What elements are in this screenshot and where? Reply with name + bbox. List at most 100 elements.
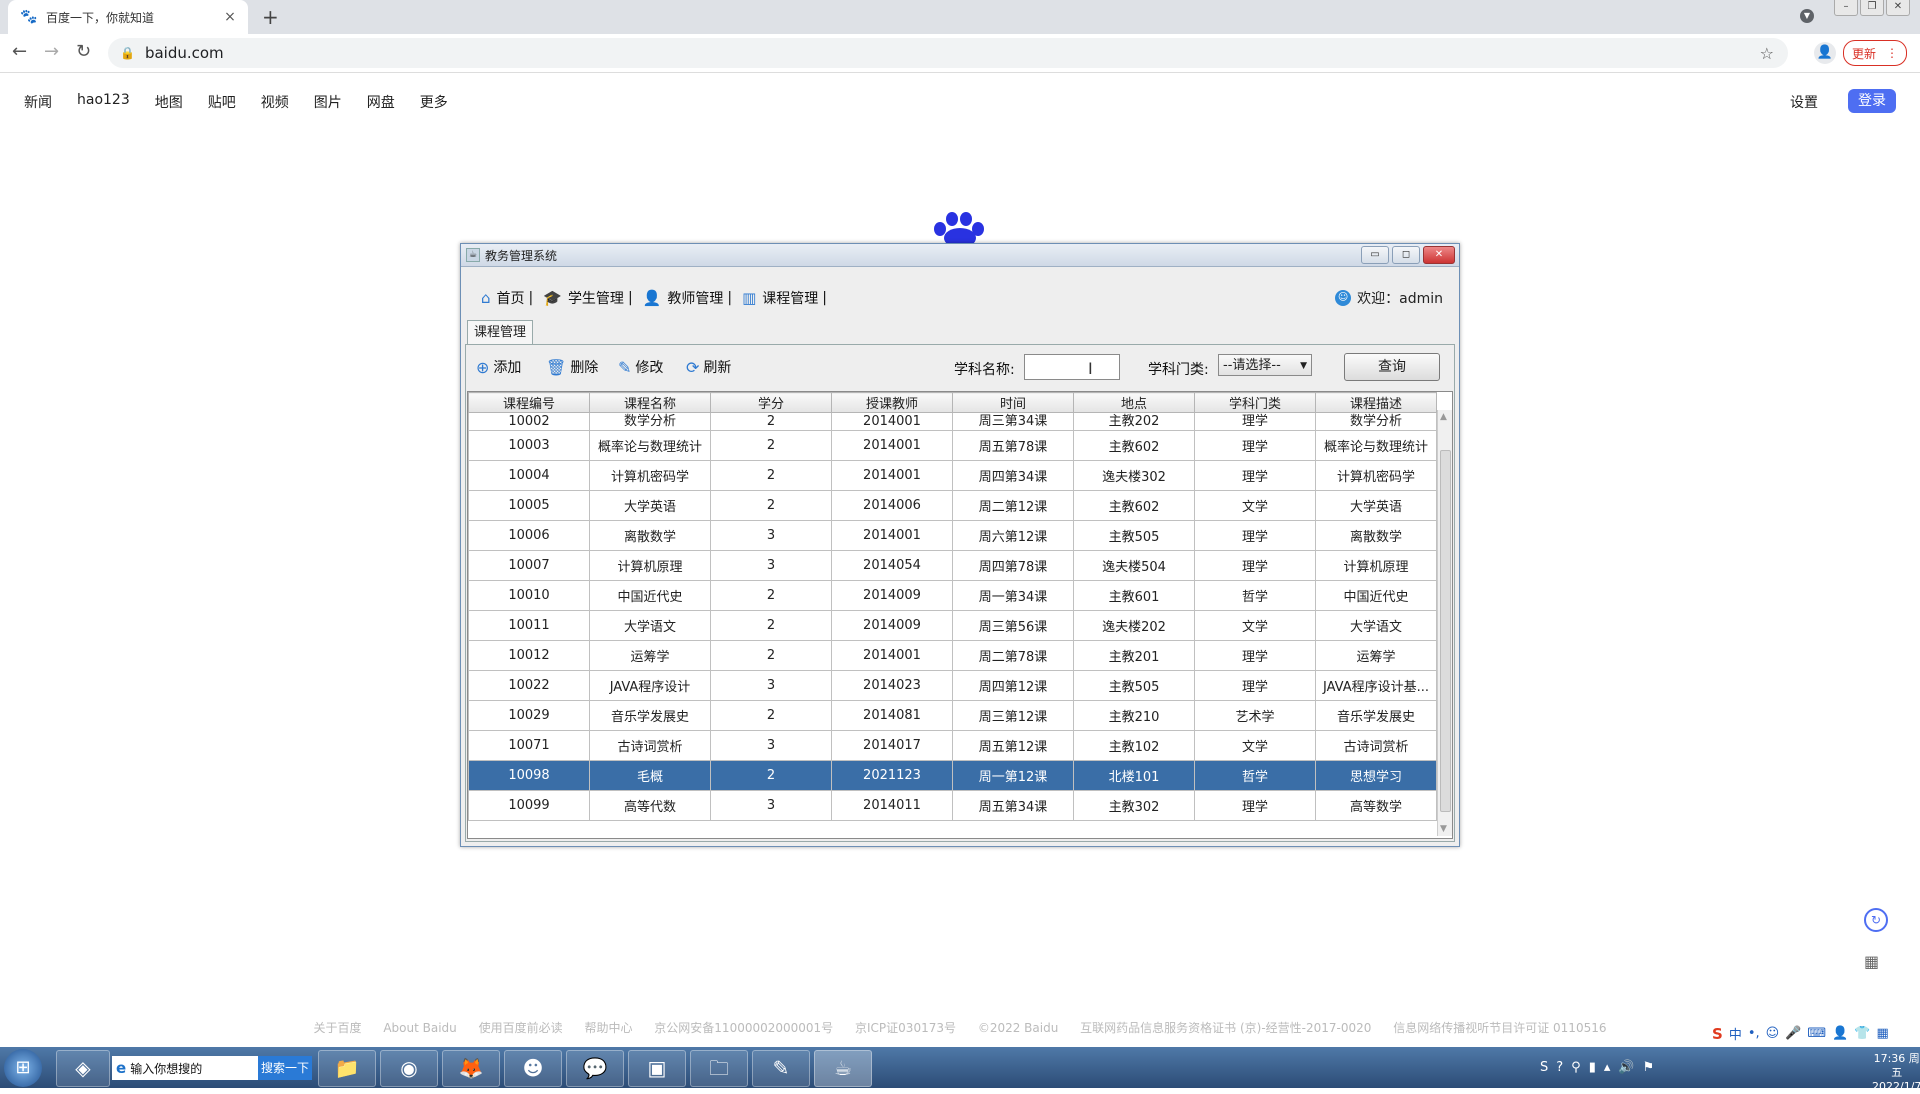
- footer-link[interactable]: 信息网络传播视听节目许可证 0110516: [1393, 1021, 1606, 1035]
- table-cell[interactable]: 音乐学发展史: [589, 700, 711, 731]
- table-cell[interactable]: 理学: [1194, 412, 1316, 431]
- taskbar-search[interactable]: e 输入你想搜的 搜索一下: [112, 1056, 312, 1080]
- tray-ime-icon[interactable]: S: [1540, 1060, 1548, 1075]
- table-cell[interactable]: 2014011: [831, 790, 953, 821]
- table-cell[interactable]: 大学语文: [589, 610, 711, 641]
- minimize-button[interactable]: ▭: [1361, 246, 1389, 264]
- table-cell[interactable]: 周四第34课: [952, 460, 1074, 491]
- nav-link-more[interactable]: 更多: [420, 92, 448, 112]
- close-window-button[interactable]: ✕: [1886, 0, 1910, 16]
- footer-link[interactable]: 京ICP证030173号: [855, 1021, 956, 1035]
- delete-button[interactable]: 🗑 删除: [546, 357, 598, 377]
- nav-link-netdisk[interactable]: 网盘: [367, 92, 395, 112]
- column-header[interactable]: 时间: [952, 392, 1074, 413]
- table-cell[interactable]: 3: [710, 730, 832, 761]
- table-cell[interactable]: 10004: [468, 460, 590, 491]
- table-cell[interactable]: 2: [710, 700, 832, 731]
- column-header[interactable]: 课程名称: [589, 392, 711, 413]
- table-cell[interactable]: 哲学: [1194, 760, 1316, 791]
- folder-icon[interactable]: 🗀: [690, 1050, 748, 1087]
- table-cell[interactable]: 周三第12课: [952, 700, 1074, 731]
- edit-button[interactable]: ✎ 修改: [618, 357, 663, 377]
- table-row[interactable]: 10071 古诗词赏析 3 2014017 周五第12课 主教102 文学 古诗词赏析: [468, 730, 1437, 761]
- table-cell[interactable]: 大学语文: [1315, 610, 1437, 641]
- table-row[interactable]: 10029 音乐学发展史 2 2014081 周三第12课 主教210 艺术学 音乐学发展史: [468, 700, 1437, 731]
- ime-grid-icon[interactable]: ▦: [1877, 1026, 1889, 1041]
- new-tab-button[interactable]: +: [262, 5, 279, 29]
- table-cell[interactable]: 理学: [1194, 790, 1316, 821]
- restore-button[interactable]: ❐: [1860, 0, 1884, 16]
- table-cell[interactable]: 2014001: [831, 640, 953, 671]
- menu-item-students[interactable]: 🎓 学生管理 |: [543, 288, 632, 308]
- table-cell[interactable]: 主教201: [1073, 640, 1195, 671]
- table-cell[interactable]: 周一第34课: [952, 580, 1074, 611]
- table-cell[interactable]: 周五第12课: [952, 730, 1074, 761]
- table-cell[interactable]: 2: [710, 610, 832, 641]
- table-cell[interactable]: 逸夫楼202: [1073, 610, 1195, 641]
- table-cell[interactable]: 2: [710, 490, 832, 521]
- table-cell[interactable]: 10002: [468, 412, 590, 431]
- table-cell[interactable]: 主教505: [1073, 520, 1195, 551]
- table-cell[interactable]: 中国近代史: [1315, 580, 1437, 611]
- scroll-down-icon[interactable]: ▼: [1440, 824, 1447, 834]
- table-cell[interactable]: 理学: [1194, 640, 1316, 671]
- forward-arrow-icon[interactable]: →: [44, 41, 59, 62]
- nav-link-map[interactable]: 地图: [155, 92, 183, 112]
- table-cell[interactable]: 2: [710, 580, 832, 611]
- table-row[interactable]: 10011 大学语文 2 2014009 周三第56课 逸夫楼202 文学 大学语文: [468, 610, 1437, 641]
- table-cell[interactable]: 周二第12课: [952, 490, 1074, 521]
- table-cell[interactable]: 主教602: [1073, 430, 1195, 461]
- column-header[interactable]: 课程编号: [468, 392, 590, 413]
- table-cell[interactable]: 主教302: [1073, 790, 1195, 821]
- table-cell[interactable]: 2014009: [831, 580, 953, 611]
- table-cell[interactable]: 主教505: [1073, 670, 1195, 701]
- table-cell[interactable]: 周二第78课: [952, 640, 1074, 671]
- ime-lang-icon[interactable]: 中: [1729, 1024, 1742, 1043]
- update-button[interactable]: 更新 ⋮: [1843, 40, 1907, 66]
- table-cell[interactable]: 周五第34课: [952, 790, 1074, 821]
- table-cell[interactable]: 2014001: [831, 412, 953, 431]
- column-header[interactable]: 学科门类: [1194, 392, 1316, 413]
- window-title-bar[interactable]: ☕ 教务管理系统 ▭ ◻ ✕: [461, 244, 1459, 267]
- footer-link[interactable]: 京公网安备11000002000001号: [654, 1021, 833, 1035]
- ime-emoji-icon[interactable]: ☺: [1766, 1026, 1780, 1041]
- table-cell[interactable]: 运筹学: [589, 640, 711, 671]
- table-cell[interactable]: 2014001: [831, 430, 953, 461]
- table-cell[interactable]: 2014054: [831, 550, 953, 581]
- table-cell[interactable]: 艺术学: [1194, 700, 1316, 731]
- table-row[interactable]: 10002 数学分析 2 2014001 周三第34课 主教202 理学 数学分析: [468, 412, 1437, 431]
- table-cell[interactable]: 北楼101: [1073, 760, 1195, 791]
- refresh-float-icon[interactable]: ↻: [1864, 908, 1888, 932]
- table-cell[interactable]: 主教210: [1073, 700, 1195, 731]
- footer-link[interactable]: 关于百度: [314, 1021, 362, 1035]
- table-cell[interactable]: 2014009: [831, 610, 953, 641]
- maximize-button[interactable]: ◻: [1392, 246, 1420, 264]
- close-button[interactable]: ✕: [1423, 246, 1455, 264]
- table-cell[interactable]: 周六第12课: [952, 520, 1074, 551]
- table-cell[interactable]: 离散数学: [589, 520, 711, 551]
- wechat-icon[interactable]: 💬: [566, 1050, 624, 1087]
- table-cell[interactable]: 毛概: [589, 760, 711, 791]
- table-cell[interactable]: 运筹学: [1315, 640, 1437, 671]
- ime-mic-icon[interactable]: 🎤: [1785, 1026, 1801, 1041]
- table-cell[interactable]: 10006: [468, 520, 590, 551]
- java-app-taskbar-icon[interactable]: ☕: [814, 1050, 872, 1087]
- firefox-icon[interactable]: 🦊: [442, 1050, 500, 1087]
- table-cell[interactable]: 3: [710, 520, 832, 551]
- scroll-up-icon[interactable]: ▲: [1440, 412, 1447, 422]
- table-cell[interactable]: 10007: [468, 550, 590, 581]
- table-cell[interactable]: 10005: [468, 490, 590, 521]
- column-header[interactable]: 地点: [1073, 392, 1195, 413]
- table-row[interactable]: 10099 高等代数 3 2014011 周五第34课 主教302 理学 高等数学: [468, 790, 1437, 821]
- login-button[interactable]: 登录: [1848, 89, 1896, 113]
- table-cell[interactable]: 主教102: [1073, 730, 1195, 761]
- table-cell[interactable]: 计算机原理: [1315, 550, 1437, 581]
- table-cell[interactable]: 周四第78课: [952, 550, 1074, 581]
- table-cell[interactable]: 3: [710, 790, 832, 821]
- tab-search-icon[interactable]: ▼: [1800, 9, 1814, 23]
- table-cell[interactable]: 概率论与数理统计: [1315, 430, 1437, 461]
- table-cell[interactable]: 高等代数: [589, 790, 711, 821]
- add-button[interactable]: ⊕ 添加: [476, 357, 521, 377]
- chrome-icon[interactable]: ◉: [380, 1050, 438, 1087]
- table-cell[interactable]: 周三第34课: [952, 412, 1074, 431]
